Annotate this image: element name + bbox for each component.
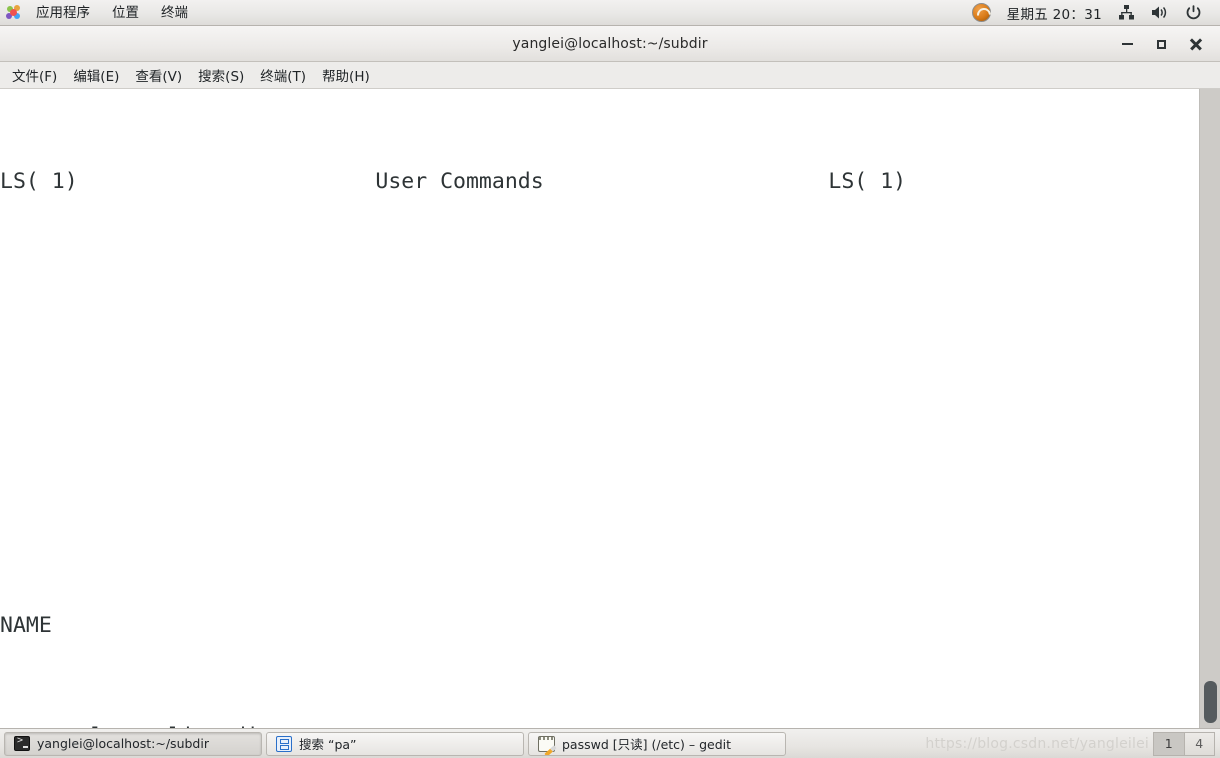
gnome-logo-icon — [6, 4, 22, 21]
search-icon — [276, 735, 292, 752]
close-icon — [1189, 38, 1202, 51]
minimize-button[interactable] — [1110, 29, 1144, 59]
updates-icon — [971, 3, 991, 22]
menu-file[interactable]: 文件(F) — [4, 62, 65, 88]
system-tray: 星期五 20：31 — [964, 0, 1220, 26]
menu-help[interactable]: 帮助(H) — [314, 62, 378, 88]
workspace-switcher[interactable]: 1 4 — [1153, 731, 1215, 756]
panel-menu-applications[interactable]: 应用程序 — [25, 1, 101, 25]
maximize-button[interactable] — [1144, 29, 1178, 59]
terminal-scrollbar[interactable] — [1199, 89, 1220, 728]
minimize-icon — [1121, 42, 1133, 46]
close-button[interactable] — [1178, 29, 1212, 59]
network-indicator[interactable] — [1110, 0, 1143, 26]
terminal-line: LS( 1) User Commands LS( 1) — [0, 169, 907, 194]
window-title: yanglei@localhost:~/subdir — [512, 35, 708, 52]
taskbar-item-search[interactable]: 搜索 “pa” — [266, 731, 524, 756]
terminal-content-area[interactable]: LS( 1) User Commands LS( 1) NAME ls - li… — [0, 89, 1220, 728]
panel-menu-terminal[interactable]: 终端 — [150, 1, 199, 25]
taskbar-item-terminal[interactable]: yanglei@localhost:~/subdir — [4, 731, 262, 756]
workspace-current[interactable]: 1 — [1154, 732, 1184, 755]
terminal-icon — [14, 735, 30, 751]
bottom-taskbar: yanglei@localhost:~/subdir 搜索 “pa” passw… — [0, 728, 1220, 758]
menu-search[interactable]: 搜索(S) — [190, 62, 252, 88]
taskbar-item-label: passwd [只读] (/etc) – gedit — [562, 737, 732, 752]
terminal-menubar: 文件(F) 编辑(E) 查看(V) 搜索(S) 终端(T) 帮助(H) — [0, 62, 1220, 89]
terminal-line: NAME — [0, 613, 52, 638]
terminal-window: yanglei@localhost:~/subdir 文件(F) 编辑(E) 查… — [0, 26, 1220, 728]
menu-view[interactable]: 查看(V) — [127, 62, 190, 88]
gnome-top-panel: 应用程序 位置 终端 星期五 20：31 — [0, 0, 1220, 26]
gedit-icon — [538, 735, 555, 752]
maximize-icon — [1156, 39, 1166, 49]
watermark: https://blog.csdn.net/yangleilei — [925, 735, 1149, 752]
menu-edit[interactable]: 编辑(E) — [65, 62, 127, 88]
taskbar-item-label: yanglei@localhost:~/subdir — [37, 736, 209, 751]
terminal-text: LS( 1) User Commands LS( 1) NAME ls - li… — [0, 89, 1185, 728]
volume-icon — [1152, 6, 1167, 19]
panel-menu-places[interactable]: 位置 — [101, 1, 150, 25]
terminal-scrollbar-thumb[interactable] — [1204, 681, 1217, 723]
power-icon — [1186, 5, 1201, 20]
window-titlebar[interactable]: yanglei@localhost:~/subdir — [0, 26, 1220, 62]
network-icon — [1119, 5, 1134, 20]
power-indicator[interactable] — [1177, 0, 1210, 26]
updates-indicator[interactable] — [964, 0, 999, 26]
window-controls — [1110, 26, 1212, 62]
workspace-total[interactable]: 4 — [1185, 733, 1215, 755]
taskbar-item-label: 搜索 “pa” — [299, 737, 357, 752]
taskbar-item-gedit[interactable]: passwd [只读] (/etc) – gedit — [528, 731, 786, 756]
menu-terminal[interactable]: 终端(T) — [252, 62, 314, 88]
clock[interactable]: 星期五 20：31 — [999, 0, 1110, 26]
volume-indicator[interactable] — [1143, 0, 1177, 26]
panel-menu-group: 应用程序 位置 终端 — [0, 1, 199, 25]
terminal-line: ls - list directory contents — [0, 718, 1185, 728]
